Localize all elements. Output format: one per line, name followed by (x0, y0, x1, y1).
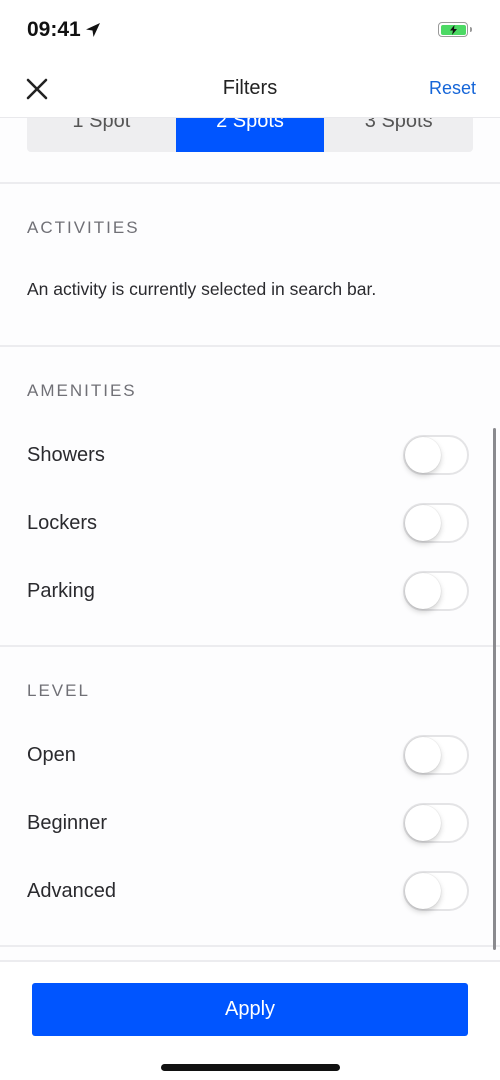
amenity-lockers-label: Lockers (27, 512, 98, 534)
reset-button[interactable]: Reset (429, 78, 476, 99)
amenity-parking-label: Parking (27, 580, 95, 602)
divider (0, 182, 500, 184)
battery-icon (438, 22, 472, 37)
divider (0, 945, 500, 947)
footer: Apply (0, 960, 500, 1080)
status-time: 09:41 (27, 18, 101, 42)
location-arrow-icon (85, 23, 100, 37)
divider (0, 645, 500, 647)
apply-button[interactable]: Apply (32, 983, 468, 1036)
nav-bar: Filters Reset (0, 60, 500, 118)
divider (0, 345, 500, 347)
charging-bolt-icon (449, 24, 457, 35)
level-beginner-label: Beginner (27, 812, 108, 834)
level-advanced-label: Advanced (27, 880, 116, 902)
level-title: LEVEL (27, 681, 90, 700)
amenities-title: AMENITIES (27, 381, 137, 400)
segment-2-spots[interactable]: 2 Spots (175, 118, 325, 152)
page-title: Filters (222, 77, 278, 99)
segment-3-spots[interactable]: 3 Spots (324, 118, 473, 152)
scrollbar[interactable] (493, 428, 496, 950)
activities-message: An activity is currently selected in sea… (27, 279, 377, 299)
time-text: 09:41 (27, 18, 81, 41)
parking-toggle[interactable] (403, 571, 469, 611)
spots-segmented-control: 1 Spot 2 Spots 3 Spots (27, 118, 473, 152)
beginner-toggle[interactable] (403, 803, 469, 843)
showers-toggle[interactable] (403, 435, 469, 475)
home-indicator (161, 1064, 340, 1071)
advanced-toggle[interactable] (403, 871, 469, 911)
status-bar: 09:41 (0, 0, 500, 60)
segment-1-spot[interactable]: 1 Spot (27, 118, 176, 152)
level-open-label: Open (27, 744, 76, 766)
amenity-showers-label: Showers (27, 444, 105, 466)
open-toggle[interactable] (403, 735, 469, 775)
activities-title: ACTIVITIES (27, 218, 140, 237)
lockers-toggle[interactable] (403, 503, 469, 543)
